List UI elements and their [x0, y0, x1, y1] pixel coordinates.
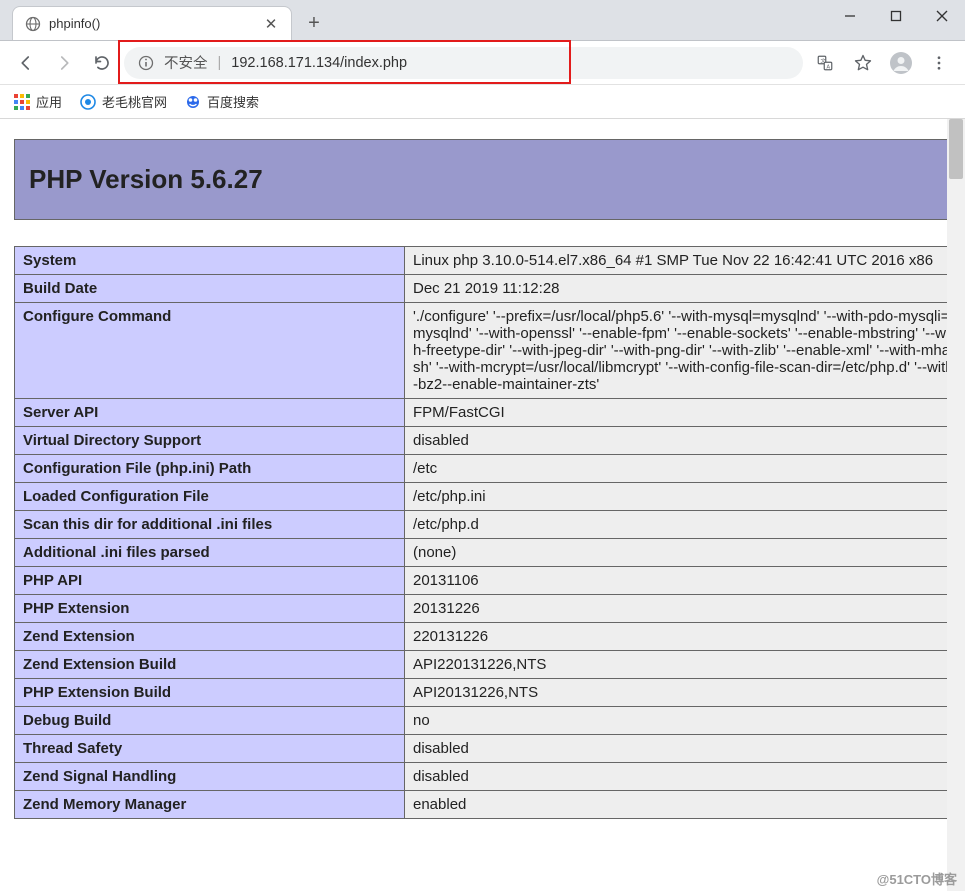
table-row: Scan this dir for additional .ini files/… — [15, 511, 965, 539]
bookmark-favicon-2 — [185, 94, 201, 110]
translate-icon[interactable]: 文A — [809, 47, 841, 79]
config-key: Loaded Configuration File — [15, 483, 405, 511]
config-value: /etc/php.ini — [405, 483, 965, 511]
table-row: Thread Safetydisabled — [15, 735, 965, 763]
table-row: Debug Buildno — [15, 707, 965, 735]
config-value: /etc — [405, 455, 965, 483]
config-value: (none) — [405, 539, 965, 567]
tab-strip: phpinfo() ✕ + — [0, 0, 965, 40]
insecure-label: 不安全 — [164, 52, 208, 73]
config-value: /etc/php.d — [405, 511, 965, 539]
config-value: 220131226 — [405, 623, 965, 651]
config-key: Server API — [15, 399, 405, 427]
config-key: Configuration File (php.ini) Path — [15, 455, 405, 483]
config-key: Additional .ini files parsed — [15, 539, 405, 567]
table-row: Zend Extension BuildAPI220131226,NTS — [15, 651, 965, 679]
new-tab-button[interactable]: + — [300, 9, 328, 37]
config-value: API20131226,NTS — [405, 679, 965, 707]
toolbar: 不安全 | 192.168.171.134/index.php 文A — [0, 41, 965, 85]
tab-title: phpinfo() — [49, 16, 255, 31]
window-controls — [827, 0, 965, 32]
forward-button[interactable] — [48, 47, 80, 79]
table-row: Build DateDec 21 2019 11:12:28 — [15, 275, 965, 303]
table-row: Loaded Configuration File/etc/php.ini — [15, 483, 965, 511]
bookmark-1[interactable]: 老毛桃官网 — [80, 92, 167, 111]
table-row: Zend Signal Handlingdisabled — [15, 763, 965, 791]
table-row: PHP Extension20131226 — [15, 595, 965, 623]
browser-chrome: phpinfo() ✕ + — [0, 0, 965, 41]
config-key: PHP API — [15, 567, 405, 595]
globe-icon — [25, 16, 41, 32]
config-value: './configure' '--prefix=/usr/local/php5.… — [405, 303, 965, 399]
menu-icon[interactable] — [923, 47, 955, 79]
config-value: disabled — [405, 427, 965, 455]
watermark: @51CTO博客 — [877, 869, 957, 888]
config-key: Thread Safety — [15, 735, 405, 763]
bookmark-label: 应用 — [36, 92, 62, 111]
table-row: SystemLinux php 3.10.0-514.el7.x86_64 #1… — [15, 247, 965, 275]
config-value: disabled — [405, 735, 965, 763]
config-value: disabled — [405, 763, 965, 791]
config-value: 20131226 — [405, 595, 965, 623]
omnibox-divider: | — [218, 55, 222, 71]
bookmark-label: 老毛桃官网 — [102, 92, 167, 111]
config-key: System — [15, 247, 405, 275]
config-value: Linux php 3.10.0-514.el7.x86_64 #1 SMP T… — [405, 247, 965, 275]
table-row: Zend Extension220131226 — [15, 623, 965, 651]
config-value: FPM/FastCGI — [405, 399, 965, 427]
address-bar[interactable]: 不安全 | 192.168.171.134/index.php — [124, 47, 803, 79]
table-row: Zend Memory Managerenabled — [15, 791, 965, 819]
config-value: enabled — [405, 791, 965, 819]
viewport[interactable]: PHP Version 5.6.27 SystemLinux php 3.10.… — [0, 119, 965, 891]
close-icon[interactable]: ✕ — [263, 16, 279, 32]
config-value: 20131106 — [405, 567, 965, 595]
apps-grid-icon — [14, 94, 30, 110]
bookmark-2[interactable]: 百度搜索 — [185, 92, 259, 111]
config-key: PHP Extension — [15, 595, 405, 623]
profile-icon[interactable] — [885, 47, 917, 79]
url-text: 192.168.171.134/index.php — [231, 55, 407, 71]
star-icon[interactable] — [847, 47, 879, 79]
config-key: Scan this dir for additional .ini files — [15, 511, 405, 539]
apps-shortcut[interactable]: 应用 — [14, 92, 62, 111]
config-value: API220131226,NTS — [405, 651, 965, 679]
minimize-button[interactable] — [827, 0, 873, 32]
config-key: PHP Extension Build — [15, 679, 405, 707]
config-key: Configure Command — [15, 303, 405, 399]
bookmark-label: 百度搜索 — [207, 92, 259, 111]
reload-button[interactable] — [86, 47, 118, 79]
phpinfo-header: PHP Version 5.6.27 — [14, 139, 965, 220]
table-row: Configure Command'./configure' '--prefix… — [15, 303, 965, 399]
info-icon — [138, 55, 154, 71]
table-row: Server APIFPM/FastCGI — [15, 399, 965, 427]
config-key: Virtual Directory Support — [15, 427, 405, 455]
scrollbar-track[interactable] — [947, 119, 965, 891]
bookmark-favicon-1 — [80, 94, 96, 110]
table-row: Configuration File (php.ini) Path/etc — [15, 455, 965, 483]
config-key: Build Date — [15, 275, 405, 303]
browser-tab[interactable]: phpinfo() ✕ — [12, 6, 292, 40]
phpinfo-table: SystemLinux php 3.10.0-514.el7.x86_64 #1… — [14, 246, 965, 819]
config-key: Debug Build — [15, 707, 405, 735]
table-row: Virtual Directory Supportdisabled — [15, 427, 965, 455]
table-row: PHP API20131106 — [15, 567, 965, 595]
scrollbar-thumb[interactable] — [949, 119, 963, 179]
php-version-title: PHP Version 5.6.27 — [29, 164, 950, 195]
config-key: Zend Extension — [15, 623, 405, 651]
back-button[interactable] — [10, 47, 42, 79]
table-row: PHP Extension BuildAPI20131226,NTS — [15, 679, 965, 707]
config-value: no — [405, 707, 965, 735]
config-value: Dec 21 2019 11:12:28 — [405, 275, 965, 303]
maximize-button[interactable] — [873, 0, 919, 32]
config-key: Zend Memory Manager — [15, 791, 405, 819]
config-key: Zend Signal Handling — [15, 763, 405, 791]
table-row: Additional .ini files parsed(none) — [15, 539, 965, 567]
svg-text:A: A — [827, 64, 831, 70]
config-key: Zend Extension Build — [15, 651, 405, 679]
close-window-button[interactable] — [919, 0, 965, 32]
bookmarks-bar: 应用 老毛桃官网 百度搜索 — [0, 85, 965, 119]
